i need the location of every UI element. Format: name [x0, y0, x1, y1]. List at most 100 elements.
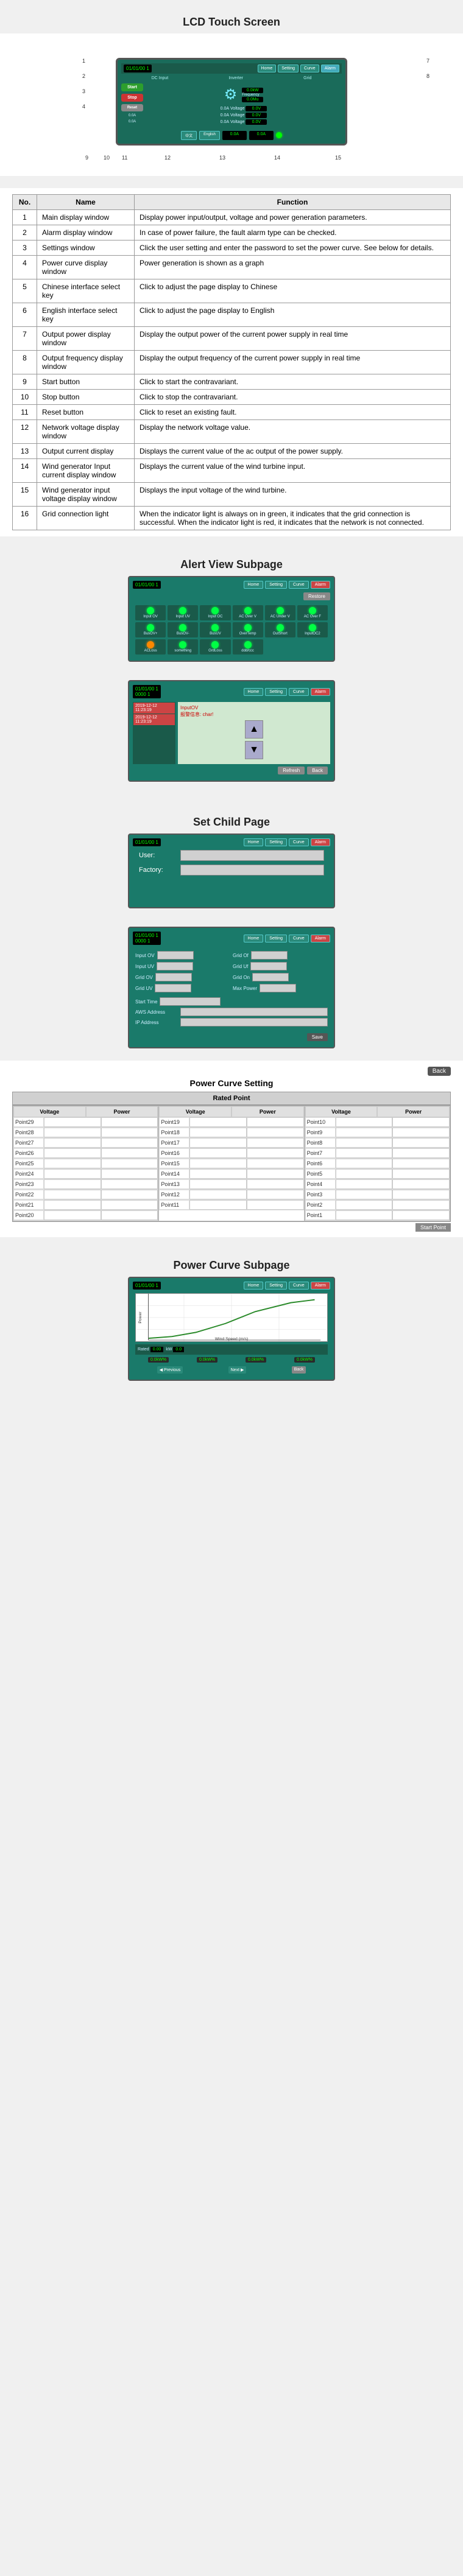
pcs-power-input[interactable]	[101, 1117, 158, 1127]
pcs-voltage-input[interactable]	[44, 1159, 101, 1168]
sf-ip-val[interactable]	[180, 1018, 328, 1027]
pcs-voltage-input[interactable]	[336, 1128, 393, 1137]
pcs-voltage-input[interactable]	[336, 1117, 393, 1127]
sf-nav-alarm[interactable]: Alarm	[311, 935, 330, 942]
pcs-power-input[interactable]	[101, 1128, 158, 1137]
alert-arrow-down[interactable]: ▼	[245, 741, 263, 759]
pc-btn-next[interactable]: Next ▶	[228, 1366, 247, 1374]
sf-grid-on-val[interactable]	[252, 973, 289, 981]
ad-nav-curve[interactable]: Curve	[289, 688, 309, 696]
alert-nav-home[interactable]: Home	[244, 581, 264, 589]
sc-nav-alarm[interactable]: Alarm	[311, 838, 330, 846]
alert-input-ov[interactable]: Input OV	[135, 605, 166, 620]
pcs-voltage-input[interactable]	[44, 1200, 101, 1210]
sf-nav-curve[interactable]: Curve	[289, 935, 309, 942]
pcs-power-input[interactable]	[247, 1148, 304, 1158]
sf-input-uv-val[interactable]	[157, 962, 193, 970]
pcs-voltage-input[interactable]	[44, 1210, 101, 1220]
pcs-power-input[interactable]	[247, 1200, 304, 1210]
pcs-power-input[interactable]	[392, 1138, 450, 1148]
pc-btn-prev[interactable]: ◀ Previous	[157, 1366, 183, 1374]
sf-grid-of-val[interactable]	[251, 951, 288, 960]
alert-something[interactable]: something	[168, 639, 198, 655]
pc-nav-setting[interactable]: Setting	[265, 1282, 287, 1290]
pcs-power-input[interactable]	[392, 1169, 450, 1179]
sc-nav-setting[interactable]: Setting	[265, 838, 287, 846]
pcs-power-input[interactable]	[101, 1190, 158, 1199]
sf-save-btn[interactable]: Save	[307, 1033, 328, 1041]
refresh-btn[interactable]: Refresh	[278, 767, 305, 774]
pc-nav-curve[interactable]: Curve	[289, 1282, 309, 1290]
user-input[interactable]	[180, 850, 324, 861]
pcs-power-input[interactable]	[247, 1169, 304, 1179]
alert-ac-over-f[interactable]: AC Over F	[297, 605, 328, 620]
pcs-power-input[interactable]	[392, 1128, 450, 1137]
pcs-power-input[interactable]	[247, 1190, 304, 1199]
pcs-power-input[interactable]	[247, 1117, 304, 1127]
pcs-voltage-input[interactable]	[336, 1169, 393, 1179]
pcs-voltage-input[interactable]	[336, 1210, 393, 1220]
pcs-start-point-btn[interactable]: Start Point	[415, 1223, 451, 1232]
pcs-voltage-input[interactable]	[189, 1200, 247, 1210]
alert-ac-under-v[interactable]: AC Under V	[265, 605, 295, 620]
pcs-back-btn[interactable]: Back	[428, 1067, 451, 1076]
pcs-voltage-input[interactable]	[336, 1138, 393, 1148]
restore-btn[interactable]: Restore	[303, 592, 330, 600]
pcs-power-input[interactable]	[101, 1179, 158, 1189]
ad-nav-home[interactable]: Home	[244, 688, 264, 696]
alert-nav-curve[interactable]: Curve	[289, 581, 309, 589]
pcs-voltage-input[interactable]	[44, 1138, 101, 1148]
pcs-power-input[interactable]	[392, 1117, 450, 1127]
pcs-voltage-input[interactable]	[44, 1169, 101, 1179]
pcs-voltage-input[interactable]	[189, 1159, 247, 1168]
pcs-voltage-input[interactable]	[336, 1148, 393, 1158]
pcs-voltage-input[interactable]	[336, 1179, 393, 1189]
alert-grd-loss[interactable]: GrdLoss	[200, 639, 230, 655]
sf-grid-uv-val[interactable]	[155, 984, 191, 992]
alert-nav-alarm[interactable]: Alarm	[311, 581, 330, 589]
sf-start-time-val[interactable]	[160, 997, 221, 1006]
pc-btn-back[interactable]: Back	[292, 1366, 306, 1374]
pcs-voltage-input[interactable]	[44, 1128, 101, 1137]
alert-arrow-up[interactable]: ▲	[245, 720, 263, 739]
start-button[interactable]: Start	[121, 83, 143, 91]
pcs-power-input[interactable]	[101, 1138, 158, 1148]
nav-alarm[interactable]: Alarm	[321, 65, 339, 72]
nav-setting[interactable]: Setting	[278, 65, 299, 72]
alert-bus-ov-minus[interactable]: BusOV-	[168, 622, 198, 637]
alert-ac-loss[interactable]: ACLoss	[135, 639, 166, 655]
alert-ac-over-v[interactable]: AC Over V	[233, 605, 263, 620]
alert-bus-ov-plus[interactable]: BusOV+	[135, 622, 166, 637]
sf-nav-setting[interactable]: Setting	[265, 935, 287, 942]
factory-input[interactable]	[180, 865, 324, 876]
pcs-voltage-input[interactable]	[189, 1179, 247, 1189]
alert-log-item-2[interactable]: 2019-12-1211:23:19	[133, 714, 175, 725]
pcs-power-input[interactable]	[247, 1179, 304, 1189]
pcs-power-input[interactable]	[392, 1159, 450, 1168]
pcs-voltage-input[interactable]	[336, 1200, 393, 1210]
alert-input-uv[interactable]: Input UV	[168, 605, 198, 620]
pcs-power-input[interactable]	[101, 1200, 158, 1210]
pcs-power-input[interactable]	[101, 1148, 158, 1158]
alert-bus-uv[interactable]: BusUV	[200, 622, 230, 637]
sf-input-ov-val[interactable]	[157, 951, 194, 960]
pcs-power-input[interactable]	[247, 1159, 304, 1168]
alert-nav-setting[interactable]: Setting	[265, 581, 287, 589]
pcs-voltage-input[interactable]	[189, 1148, 247, 1158]
alert-over-temp[interactable]: OverTemp	[233, 622, 263, 637]
nav-home[interactable]: Home	[258, 65, 277, 72]
sf-grid-ov-val[interactable]	[155, 973, 192, 981]
pc-nav-alarm[interactable]: Alarm	[311, 1282, 330, 1290]
sf-aws-val[interactable]	[180, 1008, 328, 1016]
pcs-voltage-input[interactable]	[336, 1159, 393, 1168]
pcs-power-input[interactable]	[247, 1138, 304, 1148]
sc-nav-home[interactable]: Home	[244, 838, 264, 846]
alert-ddd[interactable]: ddd/ccc	[233, 639, 263, 655]
nav-curve[interactable]: Curve	[300, 65, 319, 72]
pcs-voltage-input[interactable]	[189, 1128, 247, 1137]
alert-input-oc2[interactable]: InputOC2	[297, 622, 328, 637]
pcs-power-input[interactable]	[101, 1159, 158, 1168]
pcs-power-input[interactable]	[392, 1210, 450, 1220]
sf-max-power-val[interactable]	[260, 984, 296, 992]
pcs-power-input[interactable]	[392, 1179, 450, 1189]
